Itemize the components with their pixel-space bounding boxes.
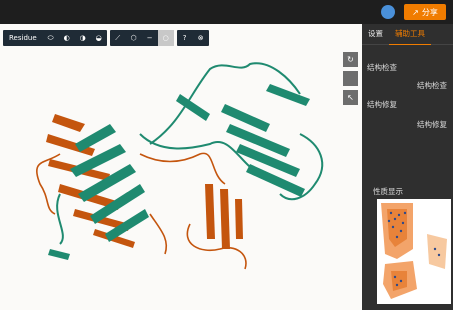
measure-group: ⟋ ⬡ − ○ <box>109 30 174 46</box>
structure-repair-title: 结构修复 <box>367 100 397 109</box>
tab-tools[interactable]: 辅助工具 <box>389 24 431 45</box>
ramachandran-plot <box>377 199 451 304</box>
pointer-icon[interactable]: ↖ <box>343 90 358 105</box>
stick-icon[interactable]: ◒ <box>91 30 107 46</box>
molecule-viewer[interactable]: Residue ⬭ ◐ ◑ ◒ ⟋ ⬡ − ○ ? ⊗ ↻ ↖ <box>0 24 362 310</box>
share-icon: ↗ <box>412 7 419 17</box>
representation-group: Residue ⬭ ◐ ◑ ◒ <box>3 30 107 46</box>
top-bar: ↗ 分享 <box>0 0 453 24</box>
property-title: 性质显示 <box>373 187 403 196</box>
ruler-icon[interactable]: ⟋ <box>110 30 126 46</box>
rotate-icon[interactable]: ↻ <box>343 52 358 67</box>
close-icon[interactable]: ⊗ <box>193 30 209 46</box>
residue-selector[interactable]: Residue <box>3 30 43 46</box>
surface-icon[interactable]: ◐ <box>59 30 75 46</box>
fullscreen-icon[interactable] <box>343 71 358 86</box>
help-icon[interactable]: ? <box>177 30 193 46</box>
minus-icon[interactable]: − <box>142 30 158 46</box>
side-tools: ↻ ↖ <box>343 52 358 105</box>
ball-stick-icon[interactable]: ◑ <box>75 30 91 46</box>
share-label: 分享 <box>421 7 438 17</box>
tab-settings[interactable]: 设置 <box>362 24 389 44</box>
help-group: ? ⊗ <box>176 30 209 46</box>
structure-repair-button[interactable]: 结构修复 <box>417 119 447 130</box>
viewer-toolbar: Residue ⬭ ◐ ◑ ◒ ⟋ ⬡ − ○ ? ⊗ <box>3 30 209 46</box>
circle-icon[interactable]: ○ <box>157 30 174 46</box>
right-panel: 设置 辅助工具 结构检查 结构检查 结构修复 结构修复 性质显示 <box>362 24 453 310</box>
cube-icon[interactable]: ⬡ <box>126 30 142 46</box>
protein-structure <box>36 62 324 270</box>
structure-check-button[interactable]: 结构检查 <box>417 80 447 91</box>
structure-check-title: 结构检查 <box>367 63 397 72</box>
panel-tabs: 设置 辅助工具 <box>362 24 453 45</box>
share-button[interactable]: ↗ 分享 <box>404 4 446 20</box>
cartoon-icon[interactable]: ⬭ <box>43 30 59 46</box>
cloud-icon[interactable] <box>381 5 395 19</box>
